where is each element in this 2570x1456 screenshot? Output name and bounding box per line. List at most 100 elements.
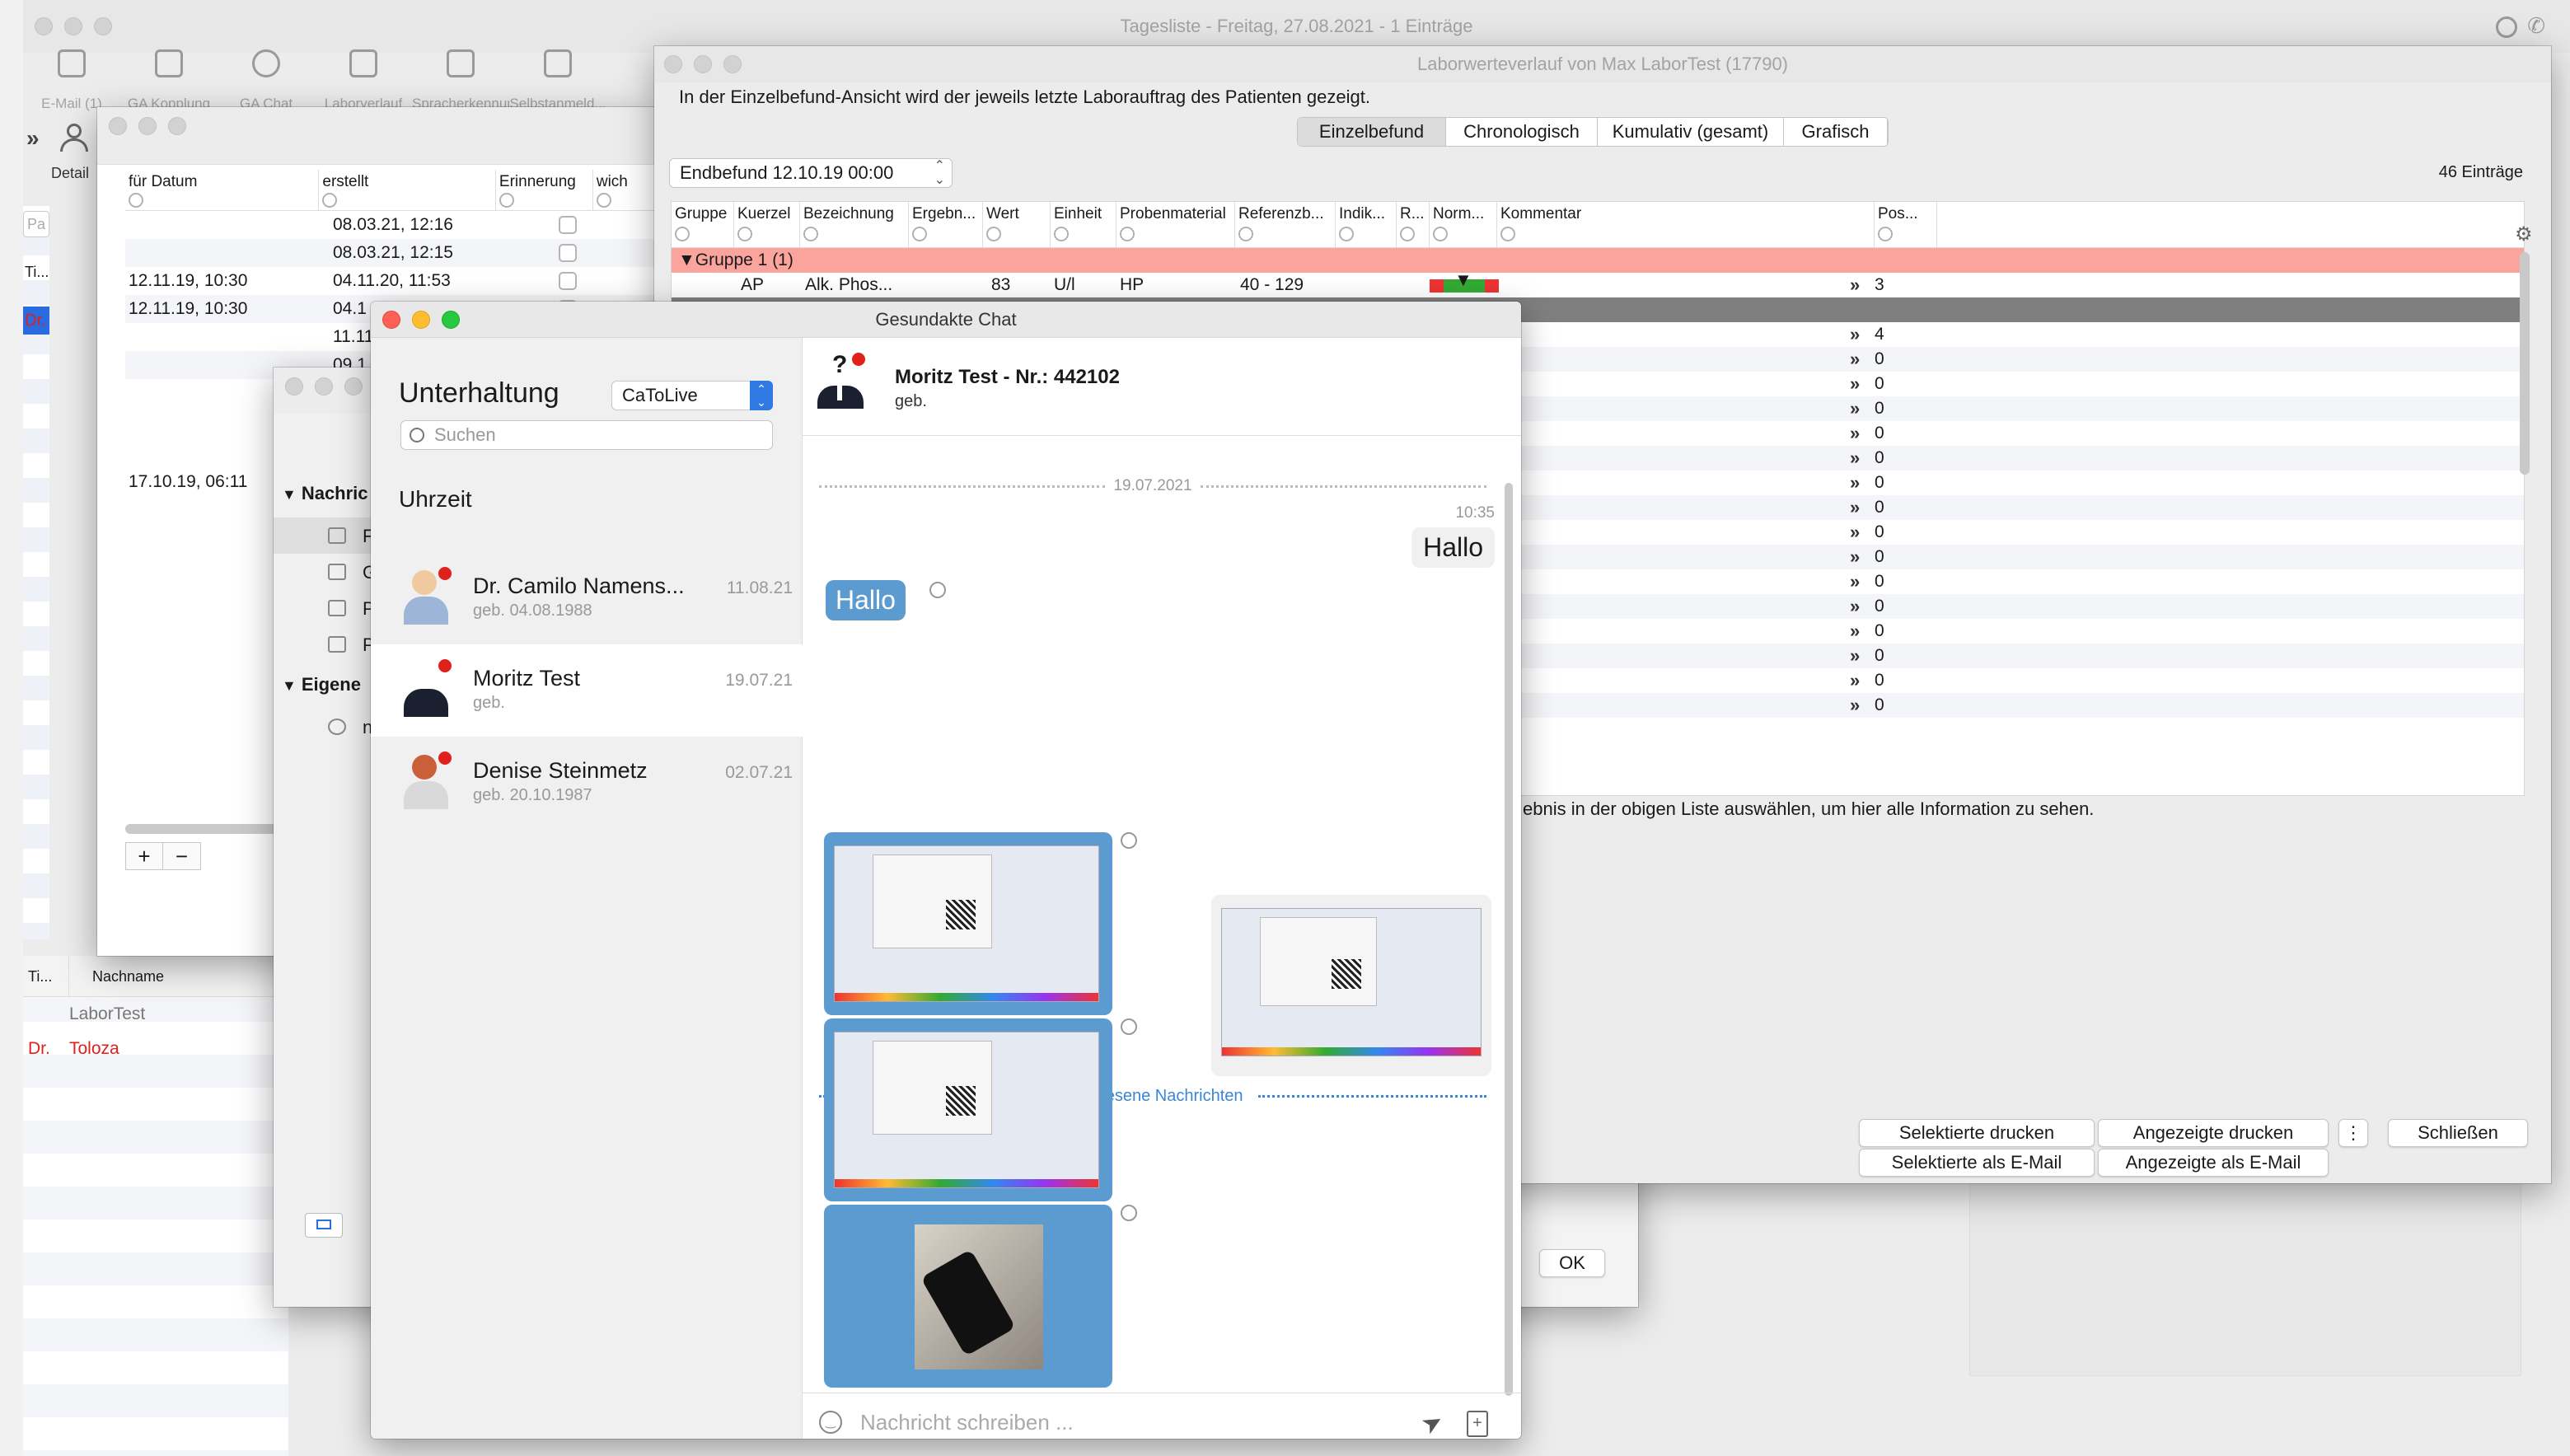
disclosure-triangle-icon[interactable]: ▼ — [282, 486, 297, 503]
filter-icon[interactable] — [499, 193, 514, 208]
chat-search-input[interactable]: Suchen — [400, 420, 773, 450]
expand-chevron-icon[interactable]: » — [1850, 545, 1860, 569]
search-icon[interactable] — [2496, 16, 2517, 38]
expand-chevron-icon[interactable]: » — [1850, 372, 1860, 396]
expand-chevron-icon[interactable]: » — [1850, 421, 1860, 446]
expand-chevron-icon[interactable]: » — [1850, 569, 1860, 594]
filter-icon[interactable] — [322, 193, 338, 208]
sidebar-toggle-icon[interactable] — [305, 1213, 343, 1238]
reminder-checkbox[interactable] — [559, 244, 577, 262]
filter-icon[interactable] — [1120, 227, 1135, 241]
column-header[interactable]: Referenzb... — [1235, 202, 1336, 248]
filter-icon[interactable] — [1238, 227, 1253, 241]
toolbar-item-1[interactable]: GA Kopplung — [120, 36, 218, 112]
message-input[interactable]: Nachricht schreiben ... — [860, 1406, 1388, 1439]
gear-icon[interactable]: ⚙ — [2515, 222, 2533, 246]
column-header[interactable]: für Datum — [125, 170, 320, 210]
expand-chevron-icon[interactable]: » — [1850, 520, 1860, 545]
filter-icon[interactable] — [675, 227, 690, 241]
column-header[interactable]: Einheit — [1051, 202, 1116, 248]
section-item[interactable]: F — [274, 517, 373, 554]
account-select[interactable]: CaToLive ⌃ ⌄ — [611, 381, 773, 410]
table-row[interactable]: 12.11.19, 10:30 04.11.20, 11:53 — [125, 267, 686, 295]
disclosure-triangle-icon[interactable]: ▼ — [678, 250, 695, 269]
filter-icon[interactable] — [1878, 227, 1893, 241]
column-header[interactable]: Indik... — [1336, 202, 1397, 248]
close-button[interactable]: Schließen — [2388, 1119, 2528, 1147]
table-row[interactable]: 08.03.21, 12:16 — [125, 211, 686, 239]
column-header-lastname[interactable]: Nachname — [69, 956, 164, 996]
tab-kumulativ-gesamt-[interactable]: Kumulativ (gesamt) — [1598, 118, 1784, 146]
expand-chevron-icon[interactable]: » — [1850, 446, 1860, 471]
conversation-item[interactable]: Dr. Camilo Namens... geb. 04.08.1988 11.08… — [371, 552, 803, 644]
selected-list-row[interactable]: Dr. — [23, 307, 49, 335]
filter-icon[interactable] — [986, 227, 1001, 241]
incoming-image-bubble[interactable] — [824, 832, 1112, 1015]
expand-chevron-icon[interactable]: » — [1850, 273, 1860, 297]
reminders-traffic-lights[interactable] — [109, 117, 186, 135]
filter-icon[interactable] — [803, 227, 818, 241]
filter-icon[interactable] — [1433, 227, 1448, 241]
table-row[interactable]: Dr. Toloza — [23, 1032, 288, 1066]
column-header[interactable]: Kuerzel — [734, 202, 800, 248]
expand-chevron-icon[interactable]: » — [1850, 322, 1860, 347]
tab-grafisch[interactable]: Grafisch — [1784, 118, 1888, 146]
expand-chevron-icon[interactable]: » — [1850, 396, 1860, 421]
filter-icon[interactable] — [737, 227, 752, 241]
section-header[interactable]: ▼ Nachric — [282, 483, 368, 504]
reminder-checkbox[interactable] — [559, 216, 577, 234]
expand-chevron-icon[interactable]: » — [1850, 619, 1860, 644]
befund-select[interactable]: Endbefund 12.10.19 00:00 ⌃ ⌄ — [669, 158, 953, 188]
more-options-button[interactable]: ⋮ — [2338, 1119, 2368, 1147]
incoming-message-bubble[interactable]: Hallo — [826, 580, 906, 620]
group-row[interactable]: ▼Gruppe 1 (1) — [672, 248, 2524, 273]
table-row[interactable]: 08.03.21, 12:15 — [125, 239, 686, 267]
email-selected-button[interactable]: Selektierte als E-Mail — [1859, 1149, 2095, 1177]
chat-vertical-scrollbar[interactable] — [1505, 483, 1513, 1396]
tab-chronologisch[interactable]: Chronologisch — [1446, 118, 1598, 146]
section-item[interactable]: G — [274, 554, 377, 590]
email-shown-button[interactable]: Angezeigte als E-Mail — [2098, 1149, 2329, 1177]
filter-icon[interactable] — [1339, 227, 1354, 241]
column-header[interactable]: Kommentar — [1497, 202, 1875, 248]
expand-chevron-icon[interactable]: » — [1850, 644, 1860, 668]
table-row[interactable]: LaborTest — [23, 997, 288, 1032]
print-shown-button[interactable]: Angezeigte drucken — [2098, 1119, 2329, 1147]
incoming-image-bubble[interactable] — [824, 1018, 1112, 1201]
toolbar-item-5[interactable]: Selbstanmeld... — [509, 36, 606, 112]
conversation-item[interactable]: Denise Steinmetz geb. 20.10.1987 02.07.21 — [371, 737, 803, 829]
toolbar-item-0[interactable]: E-Mail (1) — [23, 36, 120, 112]
column-header[interactable]: Ergebn... — [909, 202, 983, 248]
column-header[interactable]: Erinnerung — [496, 170, 593, 210]
filter-icon[interactable] — [1500, 227, 1515, 241]
column-header[interactable]: erstellt — [319, 170, 496, 210]
remove-button[interactable]: − — [163, 842, 201, 870]
table-vertical-scrollbar[interactable] — [2520, 252, 2530, 475]
expand-chevron-icon[interactable]: » — [1850, 347, 1860, 372]
messages-traffic-lights[interactable] — [285, 377, 363, 396]
attach-file-icon[interactable]: + — [1467, 1411, 1488, 1437]
section-header[interactable]: ▼ Eigene — [282, 674, 361, 695]
ok-button[interactable]: OK — [1539, 1249, 1605, 1277]
person-icon[interactable] — [59, 124, 89, 157]
filter-icon[interactable] — [1054, 227, 1069, 241]
disclosure-triangle-icon[interactable]: ▼ — [282, 677, 297, 694]
table-row[interactable]: AP Alk. Phos... 83 U/l HP 40 - 129 ▼ » 3 — [672, 269, 2524, 297]
column-header[interactable]: Probenmaterial — [1116, 202, 1235, 248]
expand-chevron-icon[interactable]: » — [1850, 693, 1860, 718]
section-item[interactable]: n — [274, 709, 372, 745]
phone-icon[interactable]: ✆ — [2527, 13, 2545, 39]
filter-icon[interactable] — [596, 193, 611, 208]
expand-chevron-icon[interactable]: » — [1850, 668, 1860, 693]
column-header-title[interactable]: Ti... — [23, 956, 69, 996]
reminder-checkbox[interactable] — [559, 272, 577, 290]
column-header[interactable]: Bezeichnung — [800, 202, 909, 248]
expand-chevron-icon[interactable]: » — [1850, 495, 1860, 520]
send-icon[interactable]: ➤ — [1416, 1406, 1449, 1439]
expand-chevron-icon[interactable]: » — [1850, 471, 1860, 495]
expand-chevron-icon[interactable]: » — [1850, 594, 1860, 619]
toolbar-item-4[interactable]: Spracherkennung — [412, 36, 509, 112]
detail-chevron-icon[interactable]: » — [26, 125, 40, 152]
conversation-item[interactable]: Moritz Test geb. 19.07.21 — [371, 644, 803, 737]
column-header[interactable]: Norm... — [1430, 202, 1497, 248]
